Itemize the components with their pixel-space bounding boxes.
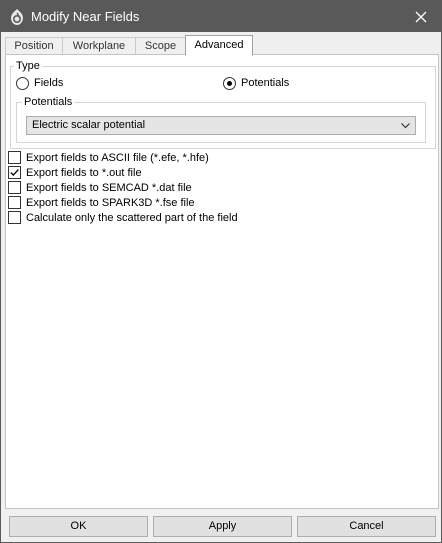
tab-advanced[interactable]: Advanced [185,35,253,56]
potentials-group-label: Potentials [22,96,75,108]
title-bar: Modify Near Fields [1,1,441,32]
export-spark3d-checkbox[interactable] [8,196,21,209]
export-ascii-label[interactable]: Export fields to ASCII file (*.efe, *.hf… [26,152,209,164]
potentials-radio-label[interactable]: Potentials [241,77,289,89]
modify-near-fields-dialog: Modify Near Fields Position Workplane Sc… [0,0,442,543]
potentials-select-value: Electric scalar potential [32,119,146,131]
tab-position[interactable]: Position [5,37,63,54]
fields-radio-label[interactable]: Fields [34,77,63,89]
potentials-radio[interactable] [223,77,236,90]
export-spark3d-label[interactable]: Export fields to SPARK3D *.fse file [26,197,195,209]
window-title: Modify Near Fields [31,9,140,24]
type-group-label: Type [14,60,42,72]
export-out-checkbox[interactable] [8,166,21,179]
apply-button[interactable]: Apply [153,516,292,537]
chevron-down-icon [401,123,410,129]
ok-button[interactable]: OK [9,516,148,537]
export-ascii-checkbox[interactable] [8,151,21,164]
radio-selected-dot [227,81,232,86]
export-semcad-checkbox[interactable] [8,181,21,194]
cancel-button[interactable]: Cancel [297,516,436,537]
checkmark-icon [10,169,19,177]
fields-radio[interactable] [16,77,29,90]
scattered-field-label[interactable]: Calculate only the scattered part of the… [26,212,238,224]
scattered-field-checkbox[interactable] [8,211,21,224]
close-icon [415,11,427,22]
close-button[interactable] [401,1,441,32]
potentials-select[interactable]: Electric scalar potential [26,116,416,135]
app-logo-icon [8,8,26,26]
export-out-label[interactable]: Export fields to *.out file [26,167,142,179]
advanced-tab-panel: Type Fields Potentials Potentials Electr… [5,54,439,509]
tab-scope[interactable]: Scope [135,37,186,54]
tab-workplane[interactable]: Workplane [62,37,136,54]
export-semcad-label[interactable]: Export fields to SEMCAD *.dat file [26,182,192,194]
